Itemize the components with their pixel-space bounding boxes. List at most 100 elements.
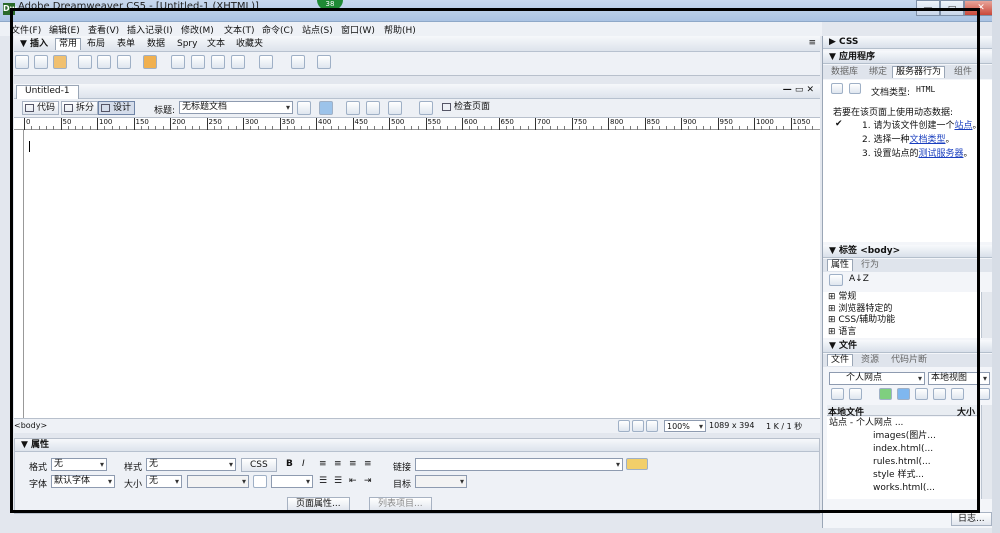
menu-site[interactable]: 站点(S) (302, 23, 333, 36)
select-tool-icon[interactable] (618, 420, 630, 432)
browse-folder-icon[interactable] (626, 458, 648, 470)
add-behavior-icon[interactable] (831, 83, 843, 94)
minimize-button[interactable]: — (916, 0, 940, 16)
check-out-icon[interactable] (915, 388, 928, 400)
insert-tab-layout[interactable]: 布局 (83, 38, 109, 50)
bold-button[interactable]: B (286, 459, 293, 469)
outdent-icon[interactable]: ⇤ (349, 476, 357, 486)
unordered-list-icon[interactable]: ☰ (319, 476, 327, 486)
date-icon[interactable] (191, 55, 205, 69)
menu-insert[interactable]: 插入记录(I) (127, 23, 173, 36)
panel-options-icon[interactable]: ≡ (808, 38, 816, 48)
log-button[interactable]: 日志... (951, 512, 992, 526)
properties-panel-header[interactable]: ▼ 属性 (15, 439, 819, 452)
list-item-button[interactable]: 列表项目... (369, 497, 432, 511)
italic-button[interactable]: I (302, 459, 305, 469)
tag-inspector-header[interactable]: ▼ 标签 <body> (823, 245, 993, 258)
tag-selector[interactable]: <body> (14, 421, 47, 430)
insert-tab-favorites[interactable]: 收藏夹 (232, 38, 267, 50)
menu-view[interactable]: 查看(V) (88, 23, 119, 36)
files-tab-files[interactable]: 文件 (827, 354, 854, 366)
zoom-tool-icon[interactable] (646, 420, 658, 432)
document-tab-untitled[interactable]: Untitled-1 (16, 85, 79, 99)
view-select[interactable]: 本地视图 (928, 372, 990, 385)
tag-tab-attributes[interactable]: 属性 (827, 259, 854, 271)
connect-icon[interactable] (831, 388, 844, 400)
ordered-list-icon[interactable]: ☰ (334, 476, 342, 486)
font-select[interactable]: 默认字体 (51, 475, 115, 488)
tag-tab-behaviors[interactable]: 行为 (857, 259, 883, 271)
comment-icon[interactable] (231, 55, 245, 69)
sync-icon[interactable] (951, 388, 964, 400)
horizontal-rule-icon[interactable] (78, 55, 92, 69)
menu-commands[interactable]: 命令(C) (262, 23, 293, 36)
put-files-icon[interactable] (897, 388, 910, 400)
restore-button[interactable]: ▭ (940, 0, 964, 16)
app-tab-databases[interactable]: 数据库 (827, 66, 862, 78)
check-page-button[interactable]: 检查页面 (440, 101, 493, 115)
insert-panel-title[interactable]: ▼ 插入 (16, 38, 52, 50)
file-tree-root[interactable]: 站点 - 个人网点 ... (829, 417, 981, 430)
category-browser-specific[interactable]: ⊞ 浏览器特定的 (828, 304, 986, 316)
email-link-icon[interactable] (34, 55, 48, 69)
indent-icon[interactable]: ⇥ (364, 476, 372, 486)
design-view-button[interactable]: 设计 (98, 101, 136, 115)
file-management-icon[interactable] (297, 101, 311, 115)
code-view-button[interactable]: 代码 (22, 101, 60, 115)
files-tab-snippets[interactable]: 代码片断 (887, 354, 931, 366)
files-panel-header[interactable]: ▼ 文件 (823, 340, 993, 353)
align-center-icon[interactable]: ≡ (334, 459, 342, 469)
expand-icon[interactable] (977, 388, 990, 400)
format-select[interactable]: 无 (51, 458, 107, 471)
application-panel-header[interactable]: ▼ 应用程序 (823, 51, 993, 64)
menu-help[interactable]: 帮助(H) (384, 23, 416, 36)
category-language[interactable]: ⊞ 语言 (828, 327, 986, 339)
split-view-button[interactable]: 拆分 (61, 101, 99, 115)
zoom-select[interactable]: 100% (664, 420, 706, 432)
media-icon[interactable] (171, 55, 185, 69)
refresh-icon[interactable] (346, 101, 360, 115)
target-select[interactable] (415, 475, 467, 488)
size-select[interactable]: 无 (146, 475, 182, 488)
files-tab-assets[interactable]: 资源 (857, 354, 883, 366)
menu-edit[interactable]: 编辑(E) (49, 23, 80, 36)
get-files-icon[interactable] (879, 388, 892, 400)
page-properties-button[interactable]: 页面属性... (287, 497, 350, 511)
hand-tool-icon[interactable] (632, 420, 644, 432)
insert-tab-text[interactable]: 文本 (203, 38, 229, 50)
document-window-controls[interactable]: — ▭ ✕ (783, 85, 814, 95)
doctype-link[interactable]: 文档类型 (909, 135, 945, 145)
check-in-icon[interactable] (933, 388, 946, 400)
app-tab-bindings[interactable]: 绑定 (865, 66, 891, 78)
testing-server-link[interactable]: 测试服务器 (918, 149, 963, 159)
insert-tab-common[interactable]: 常用 (55, 38, 82, 50)
category-view-icon[interactable] (829, 274, 843, 286)
menu-modify[interactable]: 修改(M) (181, 23, 214, 36)
table-icon[interactable] (97, 55, 111, 69)
link-input[interactable] (415, 458, 623, 471)
css-panel-header[interactable]: ▶ CSS (823, 36, 993, 49)
visual-aids-icon[interactable] (388, 101, 402, 115)
named-anchor-icon[interactable] (53, 55, 67, 69)
validate-icon[interactable] (419, 101, 433, 115)
align-justify-icon[interactable]: ≡ (364, 459, 372, 469)
app-tab-server-behaviors[interactable]: 服务器行为 (892, 66, 946, 78)
view-options-icon[interactable] (366, 101, 380, 115)
window-size[interactable]: 1089 x 394 (709, 421, 754, 430)
insert-tab-spry[interactable]: Spry (173, 38, 201, 50)
document-title-input[interactable]: 无标题文档 (179, 101, 293, 114)
category-general[interactable]: ⊞ 常规 (828, 292, 986, 304)
menu-text[interactable]: 文本(T) (224, 23, 255, 36)
head-icon[interactable] (259, 55, 273, 69)
style-select[interactable]: 无 (146, 458, 236, 471)
template-icon[interactable] (291, 55, 305, 69)
design-view-canvas[interactable] (24, 130, 820, 418)
text-color-picker[interactable] (253, 475, 267, 488)
preview-browser-icon[interactable] (319, 101, 333, 115)
hyperlink-icon[interactable] (15, 55, 29, 69)
category-css-accessibility[interactable]: ⊞ CSS/辅助功能 (828, 315, 986, 327)
div-icon[interactable] (117, 55, 131, 69)
app-tab-components[interactable]: 组件 (950, 66, 976, 78)
align-right-icon[interactable]: ≡ (349, 459, 357, 469)
server-side-include-icon[interactable] (211, 55, 225, 69)
